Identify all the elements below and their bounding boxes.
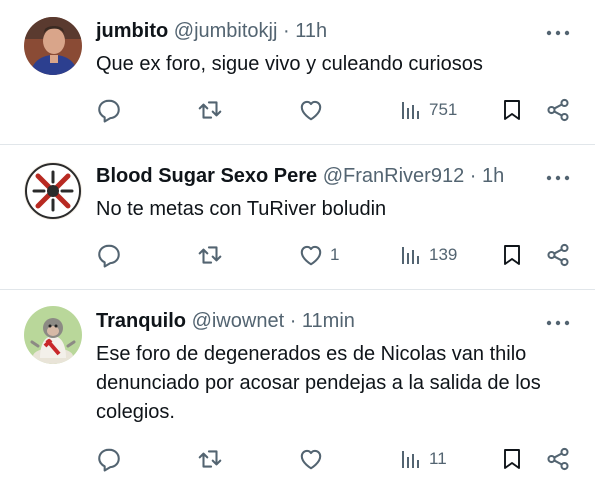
reply-button[interactable] (96, 444, 122, 474)
like-icon (298, 242, 324, 268)
separator: · (469, 165, 477, 187)
avatar-image (24, 306, 82, 364)
like-icon (298, 446, 324, 472)
tweet[interactable]: Tranquilo @iwownet · 11min Ese foro de d… (0, 290, 595, 500)
retweet-icon (196, 446, 224, 472)
bookmark-button[interactable] (500, 444, 524, 474)
retweet-icon (196, 242, 224, 268)
separator: · (283, 20, 290, 42)
views-button[interactable]: 139 (399, 240, 457, 270)
timestamp[interactable]: 1h (482, 165, 504, 187)
avatar[interactable] (24, 162, 82, 220)
like-button[interactable] (298, 95, 330, 125)
more-options-button[interactable] (543, 166, 573, 190)
tweet-text: No te metas con TuRiver boludin (96, 198, 387, 220)
views-icon (399, 242, 423, 268)
reply-icon (96, 242, 122, 268)
views-count: 751 (429, 100, 458, 119)
retweet-button[interactable] (196, 444, 224, 474)
like-count: 1 (330, 245, 340, 264)
separator: · (289, 310, 297, 332)
avatar[interactable] (24, 17, 82, 75)
bookmark-button[interactable] (500, 95, 524, 125)
share-icon (545, 242, 571, 268)
bookmark-button[interactable] (500, 240, 524, 270)
tweet[interactable]: Blood Sugar Sexo Pere @FranRiver912 · 1h… (0, 145, 595, 289)
bookmark-icon (500, 242, 524, 268)
more-icon (543, 21, 573, 45)
views-button[interactable]: 11 (399, 444, 447, 474)
share-icon (545, 97, 571, 123)
avatar-image (24, 162, 82, 220)
like-button[interactable] (298, 444, 330, 474)
reply-icon (96, 97, 122, 123)
avatar[interactable] (24, 306, 82, 364)
tweet[interactable]: jumbito @jumbitokjj · 11h Que ex foro, s… (0, 0, 595, 144)
retweet-icon (196, 97, 224, 123)
display-name[interactable]: Tranquilo (96, 310, 186, 332)
tweet-header: jumbito @jumbitokjj · 11h (96, 18, 327, 44)
tweet-text: Que ex foro, sigue vivo y culeando curio… (96, 53, 483, 75)
share-icon (545, 446, 571, 472)
views-icon (399, 446, 423, 472)
bookmark-icon (500, 97, 524, 123)
views-count: 11 (429, 449, 447, 468)
more-options-button[interactable] (543, 21, 573, 45)
timestamp[interactable]: 11min (302, 310, 355, 332)
more-icon (543, 311, 573, 335)
share-button[interactable] (545, 240, 571, 270)
timestamp[interactable]: 11h (295, 20, 327, 42)
avatar-image (24, 17, 82, 75)
bookmark-icon (500, 446, 524, 472)
reply-button[interactable] (96, 240, 122, 270)
share-button[interactable] (545, 95, 571, 125)
more-icon (543, 166, 573, 190)
display-name[interactable]: Blood Sugar Sexo Pere (96, 165, 317, 187)
retweet-button[interactable] (196, 240, 224, 270)
tweet-text: Ese foro de degenerados es de Nicolas va… (96, 343, 541, 423)
views-button[interactable]: 751 (399, 95, 457, 125)
views-icon (399, 97, 423, 123)
like-button[interactable]: 1 (298, 240, 339, 270)
share-button[interactable] (545, 444, 571, 474)
reply-icon (96, 446, 122, 472)
retweet-button[interactable] (196, 95, 224, 125)
handle[interactable]: @iwownet (192, 310, 285, 332)
handle[interactable]: @jumbitokjj (174, 20, 278, 42)
more-options-button[interactable] (543, 311, 573, 335)
tweet-header: Tranquilo @iwownet · 11min (96, 308, 355, 334)
views-count: 139 (429, 245, 458, 264)
tweet-header: Blood Sugar Sexo Pere @FranRiver912 · 1h (96, 163, 504, 189)
handle[interactable]: @FranRiver912 (323, 165, 464, 187)
like-icon (298, 97, 324, 123)
display-name[interactable]: jumbito (96, 20, 168, 42)
reply-button[interactable] (96, 95, 122, 125)
